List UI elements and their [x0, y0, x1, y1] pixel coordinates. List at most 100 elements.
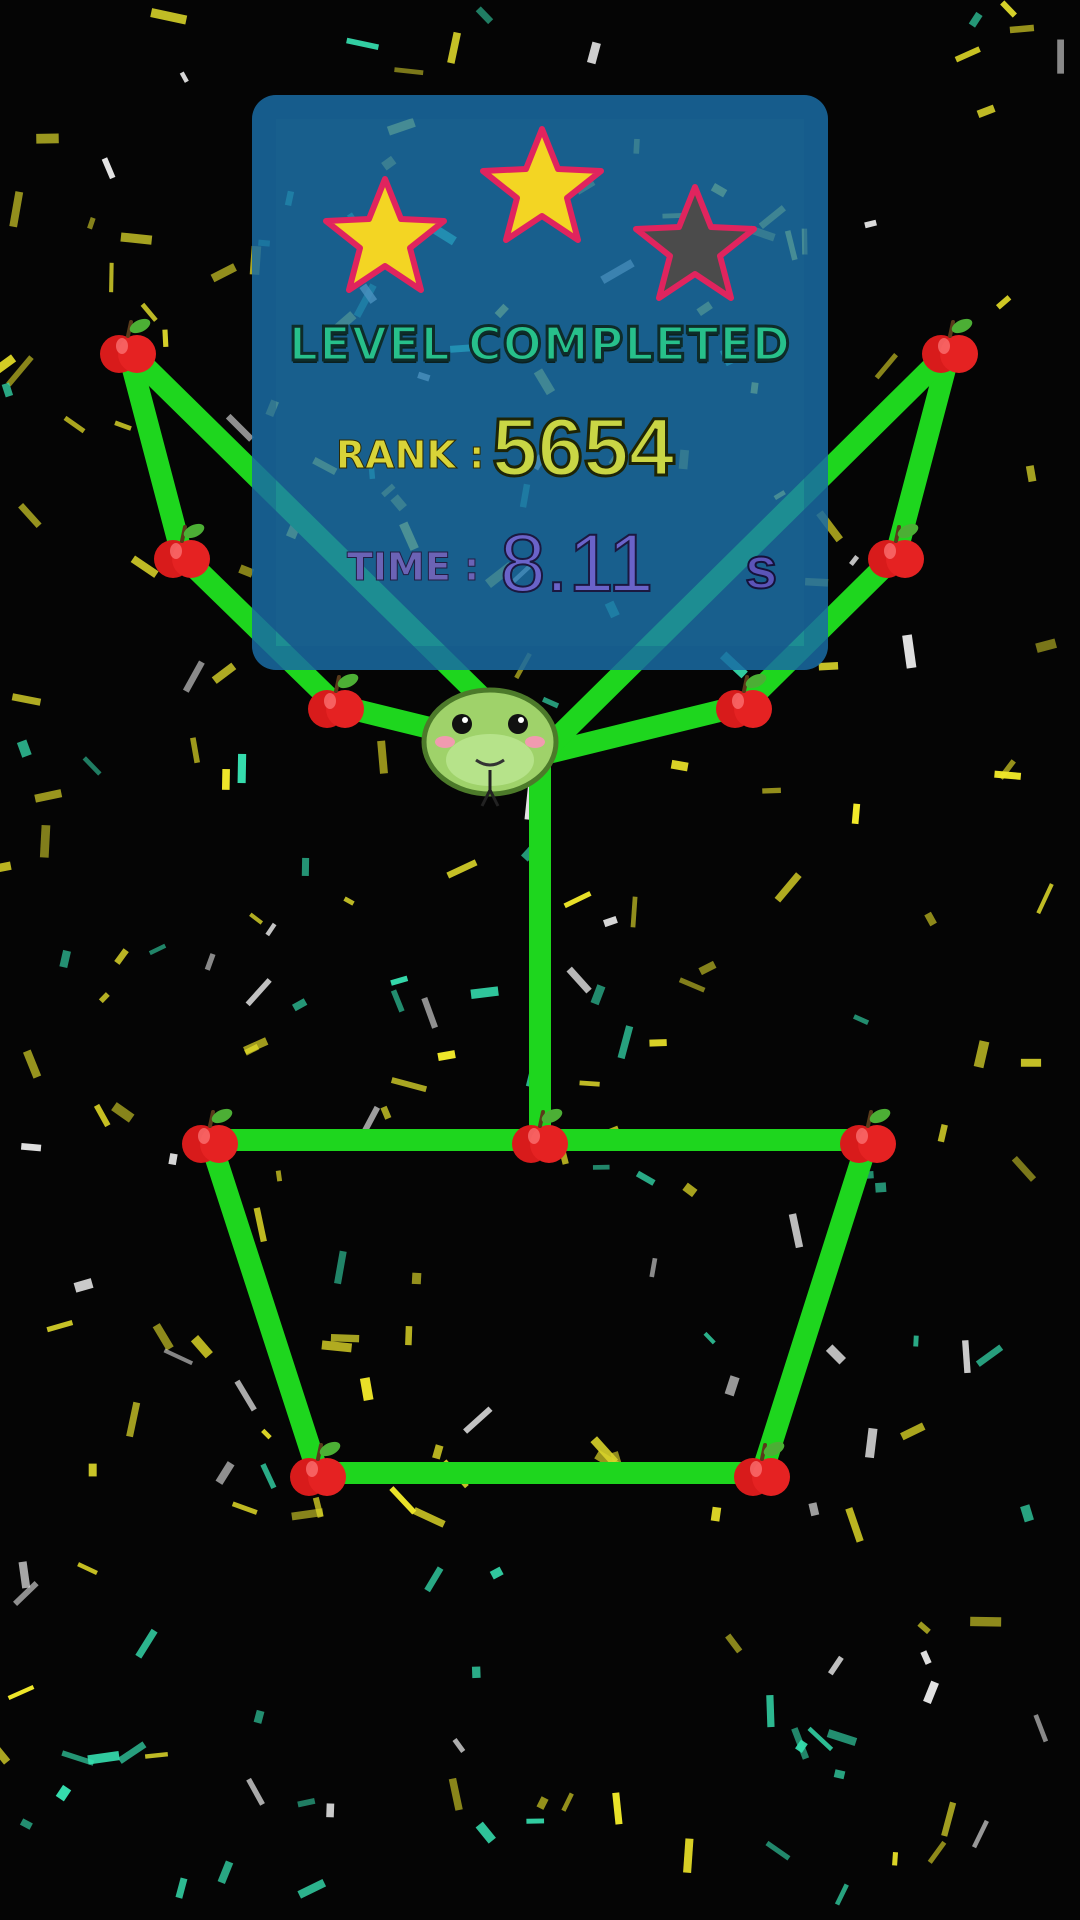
confetti-piece	[849, 554, 860, 566]
confetti-piece	[321, 1340, 353, 1353]
confetti-piece	[292, 998, 308, 1012]
confetti-piece	[73, 1278, 94, 1293]
confetti-piece	[852, 1014, 870, 1025]
confetti-piece	[120, 232, 153, 245]
time-label: TIME :	[346, 545, 480, 590]
confetti-piece	[617, 1025, 634, 1060]
confetti-piece	[452, 1738, 466, 1753]
confetti-piece	[87, 217, 96, 230]
star-icon-empty	[633, 184, 757, 301]
confetti-piece	[1020, 1504, 1034, 1523]
confetti-piece	[260, 1463, 277, 1490]
confetti-piece	[917, 1621, 931, 1635]
confetti-piece	[864, 1427, 878, 1459]
confetti-piece	[11, 693, 42, 706]
confetti-piece	[63, 415, 86, 434]
confetti-piece	[954, 46, 981, 63]
time-value: 8.11	[499, 517, 655, 610]
confetti-piece	[1009, 24, 1035, 34]
confetti-piece	[536, 1796, 549, 1810]
confetti-piece	[234, 1379, 257, 1412]
confetti-piece	[19, 1818, 33, 1830]
confetti-piece	[98, 992, 110, 1004]
confetti-piece	[0, 354, 17, 376]
confetti-piece	[448, 1777, 463, 1811]
confetti-piece	[93, 1103, 111, 1128]
confetti-piece	[135, 1628, 158, 1659]
confetti-piece	[424, 1566, 444, 1593]
confetti-piece	[612, 1792, 623, 1825]
confetti-piece	[150, 8, 188, 25]
apple-icon[interactable]	[716, 671, 772, 728]
confetti-piece	[243, 1037, 269, 1055]
confetti-piece	[82, 756, 102, 776]
confetti-piece	[892, 1852, 899, 1866]
confetti-piece	[23, 1049, 42, 1079]
confetti-piece	[941, 1801, 957, 1837]
apple-icon[interactable]	[922, 316, 978, 373]
confetti-piece	[390, 989, 405, 1013]
confetti-piece	[34, 789, 63, 803]
confetti-piece	[927, 1840, 947, 1864]
confetti-piece	[152, 1323, 174, 1351]
confetti-piece	[833, 1769, 846, 1780]
confetti-piece	[237, 753, 247, 784]
confetti-piece	[297, 1798, 316, 1808]
confetti-piece	[703, 1331, 716, 1345]
confetti-piece	[412, 1507, 446, 1528]
confetti-piece	[1000, 0, 1017, 18]
confetti-piece	[976, 104, 996, 118]
confetti-piece	[526, 1818, 545, 1824]
confetti-piece	[377, 740, 388, 774]
confetti-piece	[683, 1838, 694, 1873]
confetti-piece	[217, 1860, 234, 1885]
confetti-piece	[1033, 1714, 1049, 1743]
confetti-piece	[405, 1325, 413, 1346]
level-result-panel: LEVEL COMPLETED RANK : 5654 TIME : 8.11 …	[252, 95, 828, 670]
level-completed-title: LEVEL COMPLETED	[287, 316, 792, 373]
confetti-piece	[432, 1444, 444, 1460]
apple-icon[interactable]	[182, 1106, 238, 1163]
confetti-piece	[541, 696, 560, 709]
confetti-piece	[1020, 1058, 1042, 1067]
confetti-piece	[231, 1501, 258, 1515]
confetti-piece	[826, 1729, 858, 1747]
confetti-piece	[175, 1877, 188, 1899]
rank-value: 5654	[490, 401, 675, 495]
apple-icon[interactable]	[840, 1106, 896, 1163]
apple-icon[interactable]	[100, 316, 156, 373]
confetti-piece	[253, 1207, 267, 1243]
confetti-piece	[18, 503, 42, 529]
confetti-piece	[765, 1840, 791, 1861]
confetti-piece	[261, 1428, 272, 1440]
confetti-piece	[421, 996, 438, 1029]
confetti-piece	[20, 1143, 42, 1152]
confetti-piece	[179, 71, 189, 83]
confetti-piece	[36, 133, 59, 144]
confetti-piece	[968, 11, 983, 28]
confetti-piece	[808, 1502, 820, 1517]
confetti-piece	[827, 1655, 844, 1676]
confetti-piece	[995, 295, 1012, 310]
confetti-piece	[475, 6, 494, 25]
confetti-piece	[411, 1272, 422, 1285]
confetti-piece	[937, 1124, 948, 1143]
confetti-piece	[380, 1105, 392, 1120]
confetti-piece	[114, 948, 129, 965]
confetti-piece	[204, 953, 216, 971]
confetti-piece	[635, 1170, 656, 1186]
confetti-piece	[190, 1335, 213, 1359]
confetti-piece	[724, 1375, 740, 1397]
confetti-piece	[682, 1182, 698, 1198]
confetti-piece	[670, 759, 689, 772]
confetti-piece	[762, 787, 781, 794]
confetti-piece	[774, 872, 802, 903]
confetti-piece	[875, 1182, 887, 1193]
confetti-piece	[630, 896, 638, 928]
confetti-piece	[1035, 638, 1057, 653]
confetti-piece	[326, 1803, 335, 1818]
confetti-piece	[253, 1709, 265, 1724]
confetti-piece	[590, 984, 606, 1006]
confetti-piece	[245, 978, 272, 1007]
confetti-piece	[900, 1422, 926, 1441]
